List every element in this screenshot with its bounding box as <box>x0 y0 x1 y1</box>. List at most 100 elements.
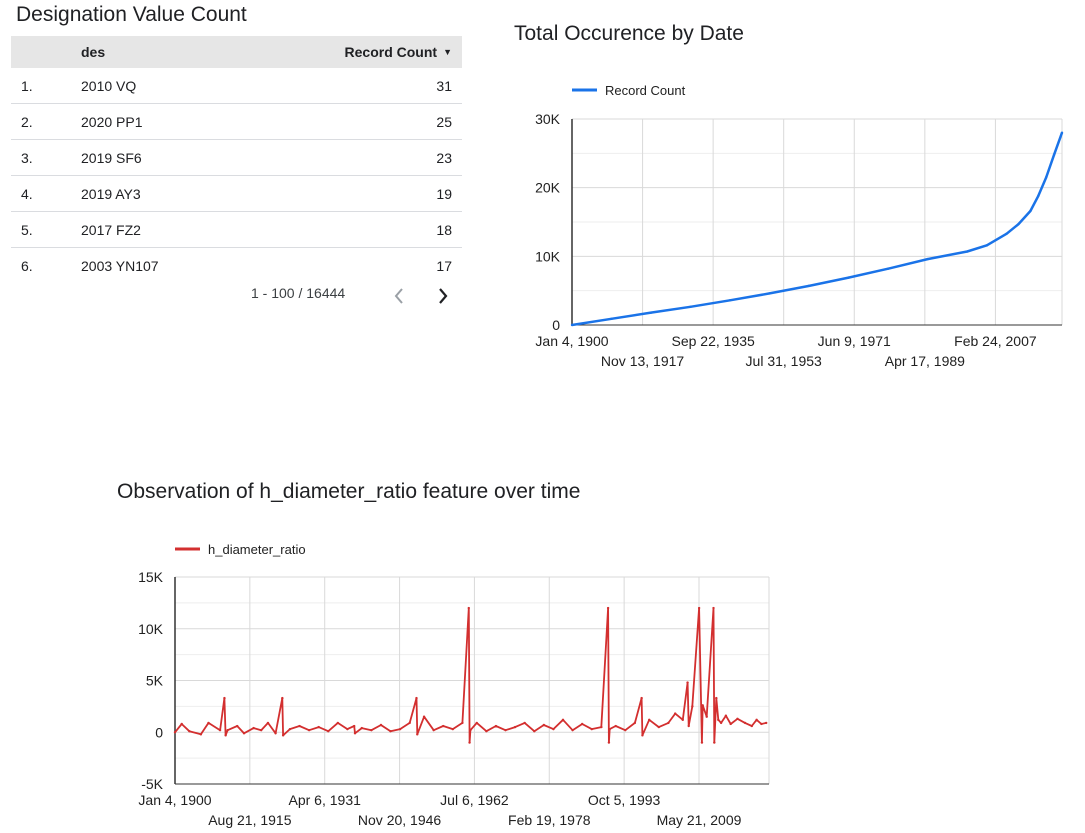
ratio-data-point <box>600 725 603 729</box>
ratio-data-point <box>307 728 311 732</box>
ratio-data-point <box>226 728 229 732</box>
ratio-data-point <box>760 722 763 726</box>
occurrence-xtick-label: Jun 9, 1971 <box>818 333 891 349</box>
occurrence-data-point <box>965 250 969 253</box>
ratio-data-point <box>467 606 470 610</box>
ratio-data-point <box>705 715 708 718</box>
sort-desc-icon[interactable]: ▼ <box>443 47 452 57</box>
table-row[interactable]: 6. 2003 YN107 17 <box>11 248 462 284</box>
ratio-data-point <box>360 726 363 730</box>
ratio-data-point <box>533 730 536 733</box>
ratio-data-point <box>288 727 292 731</box>
occurrence-data-point <box>768 292 771 295</box>
occurrence-data-point <box>807 284 811 288</box>
ratio-data-point <box>408 721 411 725</box>
row-count: 18 <box>261 211 462 248</box>
ratio-data-point <box>451 727 455 731</box>
ratio-data-point <box>697 606 701 610</box>
ratio-data-point <box>700 741 704 744</box>
ratio-data-point <box>715 696 718 700</box>
occurrence-ytick-label: 0 <box>552 317 560 333</box>
ratio-data-point <box>641 734 644 737</box>
ratio-legend-label: h_diameter_ratio <box>208 542 306 557</box>
ratio-data-point <box>657 725 661 729</box>
occurrence-data-point <box>728 299 732 302</box>
row-count: 23 <box>261 139 462 176</box>
occurrence-ytick-label: 20K <box>535 180 561 196</box>
occurrence-data-point <box>1005 232 1008 235</box>
ratio-data-point <box>207 721 210 725</box>
ratio-data-point <box>199 733 203 736</box>
header-des[interactable]: des <box>81 36 261 68</box>
table-row[interactable]: 1. 2010 VQ 31 <box>11 68 462 104</box>
ratio-xtick-label: Jul 6, 1962 <box>440 792 509 808</box>
ratio-data-point <box>461 721 464 725</box>
ratio-data-point <box>242 732 246 735</box>
table-title: Designation Value Count <box>16 3 247 26</box>
next-page-button[interactable] <box>434 286 452 306</box>
ratio-data-point <box>719 721 723 725</box>
ratio-data-point <box>224 734 227 737</box>
occurrence-data-point <box>610 317 613 321</box>
occurrence-line-chart: 0 10K 20K 30K Jan 4, 1900 Nov 13, 1917 Sep 22,… <box>535 83 1064 369</box>
ratio-data-point <box>188 730 191 733</box>
ratio-data-point <box>422 715 426 718</box>
table-row[interactable]: 2. 2020 PP1 25 <box>11 103 462 140</box>
table-row[interactable]: 3. 2019 SF6 23 <box>11 139 462 176</box>
table-header-row: des Record Count ▼ <box>11 36 462 68</box>
ratio-data-point <box>571 728 574 732</box>
prev-page-button[interactable] <box>390 286 408 306</box>
ratio-xtick-label: Oct 5, 1993 <box>588 792 661 808</box>
ratio-data-point <box>542 723 546 727</box>
occurrence-ytick-label: 30K <box>535 111 561 127</box>
occurrence-xtick-label: Jan 4, 1900 <box>535 333 608 349</box>
ratio-data-point <box>607 741 611 744</box>
ratio-data-point <box>750 724 754 728</box>
ratio-data-point <box>667 721 670 725</box>
chevron-right-icon <box>439 288 448 304</box>
ratio-data-point <box>580 722 584 726</box>
ratio-line-chart: -5K 0 5K 10K 15K Jan 4, 1900 Aug 21, 1915 Apr 6… <box>138 542 770 828</box>
ratio-ytick-label: 0 <box>155 724 163 740</box>
ratio-ytick-label: 10K <box>138 621 164 637</box>
ratio-data-point <box>298 724 301 728</box>
table-row[interactable]: 5. 2017 FZ2 18 <box>11 211 462 248</box>
row-des: 2019 SF6 <box>81 139 261 176</box>
ratio-data-point <box>523 721 526 725</box>
ratio-data-point <box>724 714 728 717</box>
ratio-data-point <box>712 606 715 610</box>
header-record-count[interactable]: Record Count ▼ <box>261 36 462 68</box>
row-index: 4. <box>11 175 81 212</box>
ratio-xtick-label: Apr 6, 1931 <box>289 792 362 808</box>
ratio-data-point <box>469 728 472 732</box>
ratio-data-point <box>252 726 255 730</box>
pagination-label: 1 - 100 / 16444 <box>251 285 346 301</box>
table-row[interactable]: 4. 2019 AY3 19 <box>11 175 462 212</box>
ratio-data-point <box>317 725 320 729</box>
header-record-count-label: Record Count <box>344 44 438 60</box>
ratio-ytick-label: 5K <box>146 673 164 689</box>
ratio-data-point <box>442 724 445 728</box>
occurrence-xtick-label: Feb 24, 2007 <box>954 333 1037 349</box>
ratio-data-point <box>266 721 270 725</box>
ratio-data-point <box>504 728 507 732</box>
ratio-data-point <box>633 721 637 725</box>
ratio-data-point <box>259 728 263 732</box>
ratio-chart-title: Observation of h_diameter_ratio feature … <box>117 480 581 503</box>
row-count: 31 <box>261 68 462 104</box>
ratio-data-point <box>468 741 471 744</box>
occurrence-data-point <box>985 244 989 247</box>
ratio-data-point <box>494 724 498 728</box>
ratio-data-point <box>180 722 183 726</box>
row-index: 1. <box>11 68 81 104</box>
ratio-data-point <box>701 704 704 707</box>
ratio-data-point <box>475 721 478 725</box>
occurrence-data-point <box>1052 153 1056 156</box>
ratio-data-point <box>336 721 340 725</box>
ratio-xtick-label: Nov 20, 1946 <box>358 812 441 828</box>
occurrence-data-point <box>886 267 890 270</box>
ratio-data-point <box>218 728 222 732</box>
ratio-data-point <box>223 696 226 700</box>
occurrence-data-point <box>689 305 692 309</box>
chevron-left-icon <box>394 288 403 304</box>
